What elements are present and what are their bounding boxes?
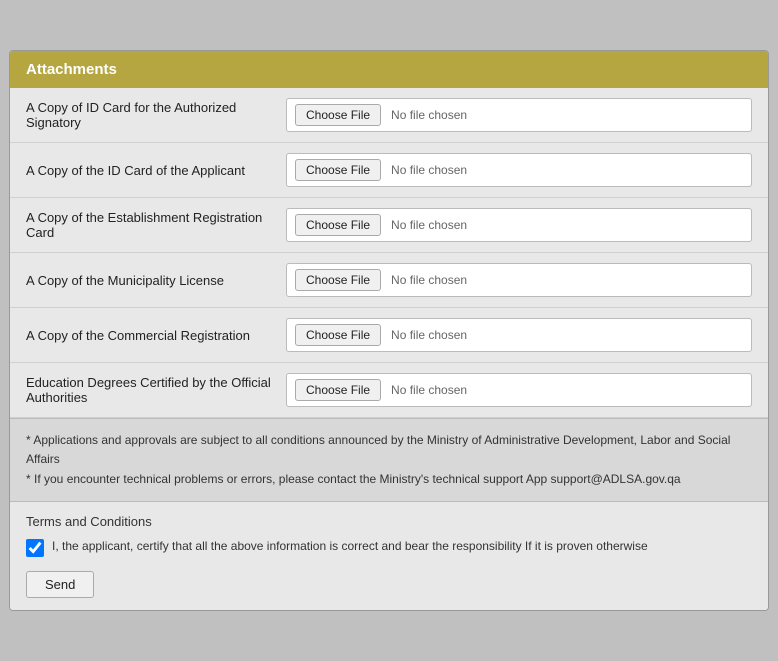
attachment-label-commercial-registration: A Copy of the Commercial Registration: [26, 328, 286, 343]
file-input-container-education-degrees: Choose File No file chosen: [286, 373, 752, 407]
terms-checkbox-row: I, the applicant, certify that all the a…: [26, 537, 752, 557]
attachment-label-education-degrees: Education Degrees Certified by the Offic…: [26, 375, 286, 405]
choose-file-button-establishment-registration[interactable]: Choose File: [295, 214, 381, 236]
attachment-row: Education Degrees Certified by the Offic…: [10, 363, 768, 418]
file-input-wrapper-establishment-registration: Choose File No file chosen: [286, 208, 752, 242]
choose-file-button-education-degrees[interactable]: Choose File: [295, 379, 381, 401]
file-input-wrapper-education-degrees: Choose File No file chosen: [286, 373, 752, 407]
notice-line2: * If you encounter technical problems or…: [26, 470, 752, 489]
attachment-row: A Copy of the ID Card of the Applicant C…: [10, 143, 768, 198]
file-input-container-establishment-registration: Choose File No file chosen: [286, 208, 752, 242]
file-input-container-id-card-signatory: Choose File No file chosen: [286, 98, 752, 132]
send-button[interactable]: Send: [26, 571, 94, 598]
file-input-wrapper-commercial-registration: Choose File No file chosen: [286, 318, 752, 352]
attachment-label-id-card-signatory: A Copy of ID Card for the Authorized Sig…: [26, 100, 286, 130]
choose-file-button-municipality-license[interactable]: Choose File: [295, 269, 381, 291]
panel-header: Attachments: [10, 51, 768, 88]
notice-section: * Applications and approvals are subject…: [10, 418, 768, 502]
attachment-row: A Copy of ID Card for the Authorized Sig…: [10, 88, 768, 143]
attachment-list: A Copy of ID Card for the Authorized Sig…: [10, 88, 768, 418]
choose-file-button-id-card-signatory[interactable]: Choose File: [295, 104, 381, 126]
file-input-wrapper-municipality-license: Choose File No file chosen: [286, 263, 752, 297]
attachment-row: A Copy of the Establishment Registration…: [10, 198, 768, 253]
terms-text: I, the applicant, certify that all the a…: [52, 537, 648, 555]
attachments-panel: Attachments A Copy of ID Card for the Au…: [9, 50, 769, 611]
terms-checkbox[interactable]: [26, 539, 44, 557]
terms-section: Terms and Conditions I, the applicant, c…: [10, 502, 768, 610]
file-input-container-municipality-license: Choose File No file chosen: [286, 263, 752, 297]
file-input-wrapper-id-card-applicant: Choose File No file chosen: [286, 153, 752, 187]
panel-title: Attachments: [26, 61, 117, 78]
no-file-text-education-degrees: No file chosen: [391, 383, 467, 397]
no-file-text-commercial-registration: No file chosen: [391, 328, 467, 342]
attachment-label-establishment-registration: A Copy of the Establishment Registration…: [26, 210, 286, 240]
file-input-container-id-card-applicant: Choose File No file chosen: [286, 153, 752, 187]
choose-file-button-id-card-applicant[interactable]: Choose File: [295, 159, 381, 181]
attachment-label-id-card-applicant: A Copy of the ID Card of the Applicant: [26, 163, 286, 178]
terms-title: Terms and Conditions: [26, 514, 752, 529]
attachment-row: A Copy of the Commercial Registration Ch…: [10, 308, 768, 363]
attachment-label-municipality-license: A Copy of the Municipality License: [26, 273, 286, 288]
no-file-text-id-card-signatory: No file chosen: [391, 108, 467, 122]
no-file-text-municipality-license: No file chosen: [391, 273, 467, 287]
attachment-row: A Copy of the Municipality License Choos…: [10, 253, 768, 308]
panel-body: A Copy of ID Card for the Authorized Sig…: [10, 88, 768, 610]
file-input-container-commercial-registration: Choose File No file chosen: [286, 318, 752, 352]
file-input-wrapper-id-card-signatory: Choose File No file chosen: [286, 98, 752, 132]
choose-file-button-commercial-registration[interactable]: Choose File: [295, 324, 381, 346]
no-file-text-establishment-registration: No file chosen: [391, 218, 467, 232]
no-file-text-id-card-applicant: No file chosen: [391, 163, 467, 177]
notice-line1: * Applications and approvals are subject…: [26, 431, 752, 469]
